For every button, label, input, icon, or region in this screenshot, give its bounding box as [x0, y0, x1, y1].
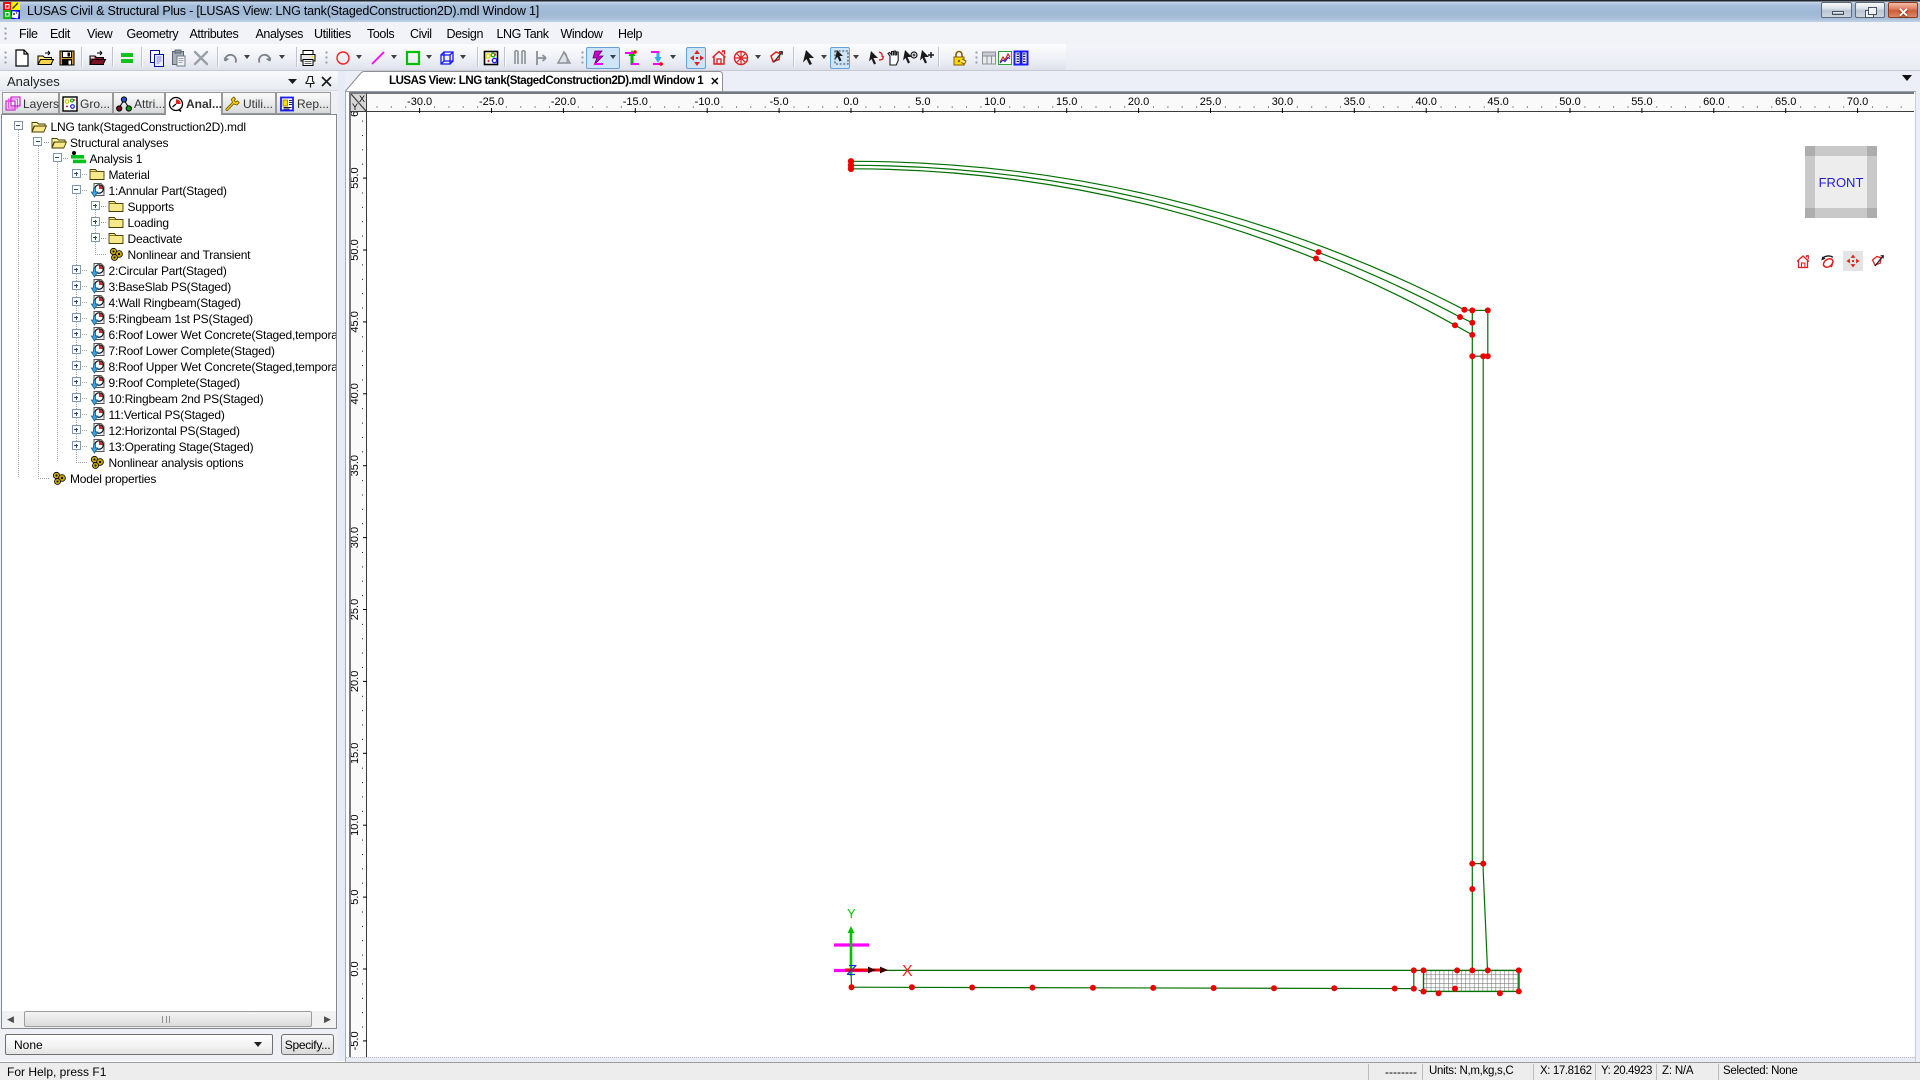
svg-text:60.0: 60.0 — [1703, 96, 1724, 108]
svg-text:15.0: 15.0 — [1056, 96, 1077, 108]
svg-text:10.0: 10.0 — [351, 814, 361, 835]
svg-text:50.0: 50.0 — [1559, 96, 1580, 108]
svg-text:Y: Y — [352, 102, 358, 111]
svg-text:X: X — [359, 94, 365, 104]
svg-text:40.0: 40.0 — [1415, 96, 1436, 108]
svg-text:-20.0: -20.0 — [551, 96, 576, 108]
svg-text:5.0: 5.0 — [351, 889, 361, 904]
svg-text:25.0: 25.0 — [1200, 96, 1221, 108]
svg-text:20.0: 20.0 — [1128, 96, 1149, 108]
svg-text:-10.0: -10.0 — [695, 96, 720, 108]
svg-text:0.0: 0.0 — [843, 96, 858, 108]
svg-text:45.0: 45.0 — [351, 311, 361, 332]
svg-text:-15.0: -15.0 — [623, 96, 648, 108]
svg-text:Z: Z — [846, 962, 857, 979]
svg-text:20.0: 20.0 — [351, 671, 361, 692]
svg-text:X: X — [902, 963, 913, 980]
svg-text:0.0: 0.0 — [351, 961, 361, 976]
svg-text:65.0: 65.0 — [1775, 96, 1796, 108]
svg-text:25.0: 25.0 — [351, 599, 361, 620]
svg-text:10.0: 10.0 — [984, 96, 1005, 108]
svg-text:30.0: 30.0 — [1272, 96, 1293, 108]
svg-text:45.0: 45.0 — [1487, 96, 1508, 108]
svg-text:5.0: 5.0 — [915, 96, 930, 108]
svg-text:50.0: 50.0 — [351, 239, 361, 260]
svg-text:55.0: 55.0 — [1631, 96, 1652, 108]
svg-text:-30.0: -30.0 — [407, 96, 432, 108]
svg-text:15.0: 15.0 — [351, 743, 361, 764]
svg-text:-5.0: -5.0 — [351, 1031, 361, 1050]
svg-text:-5.0: -5.0 — [770, 96, 789, 108]
svg-text:70.0: 70.0 — [1847, 96, 1868, 108]
svg-text:35.0: 35.0 — [351, 455, 361, 476]
svg-text:55.0: 55.0 — [351, 167, 361, 188]
svg-text:35.0: 35.0 — [1344, 96, 1365, 108]
svg-text:Y: Y — [847, 906, 856, 921]
svg-text:30.0: 30.0 — [351, 527, 361, 548]
svg-text:-25.0: -25.0 — [479, 96, 504, 108]
svg-text:40.0: 40.0 — [351, 383, 361, 404]
svg-text:60.0: 60.0 — [351, 112, 361, 117]
